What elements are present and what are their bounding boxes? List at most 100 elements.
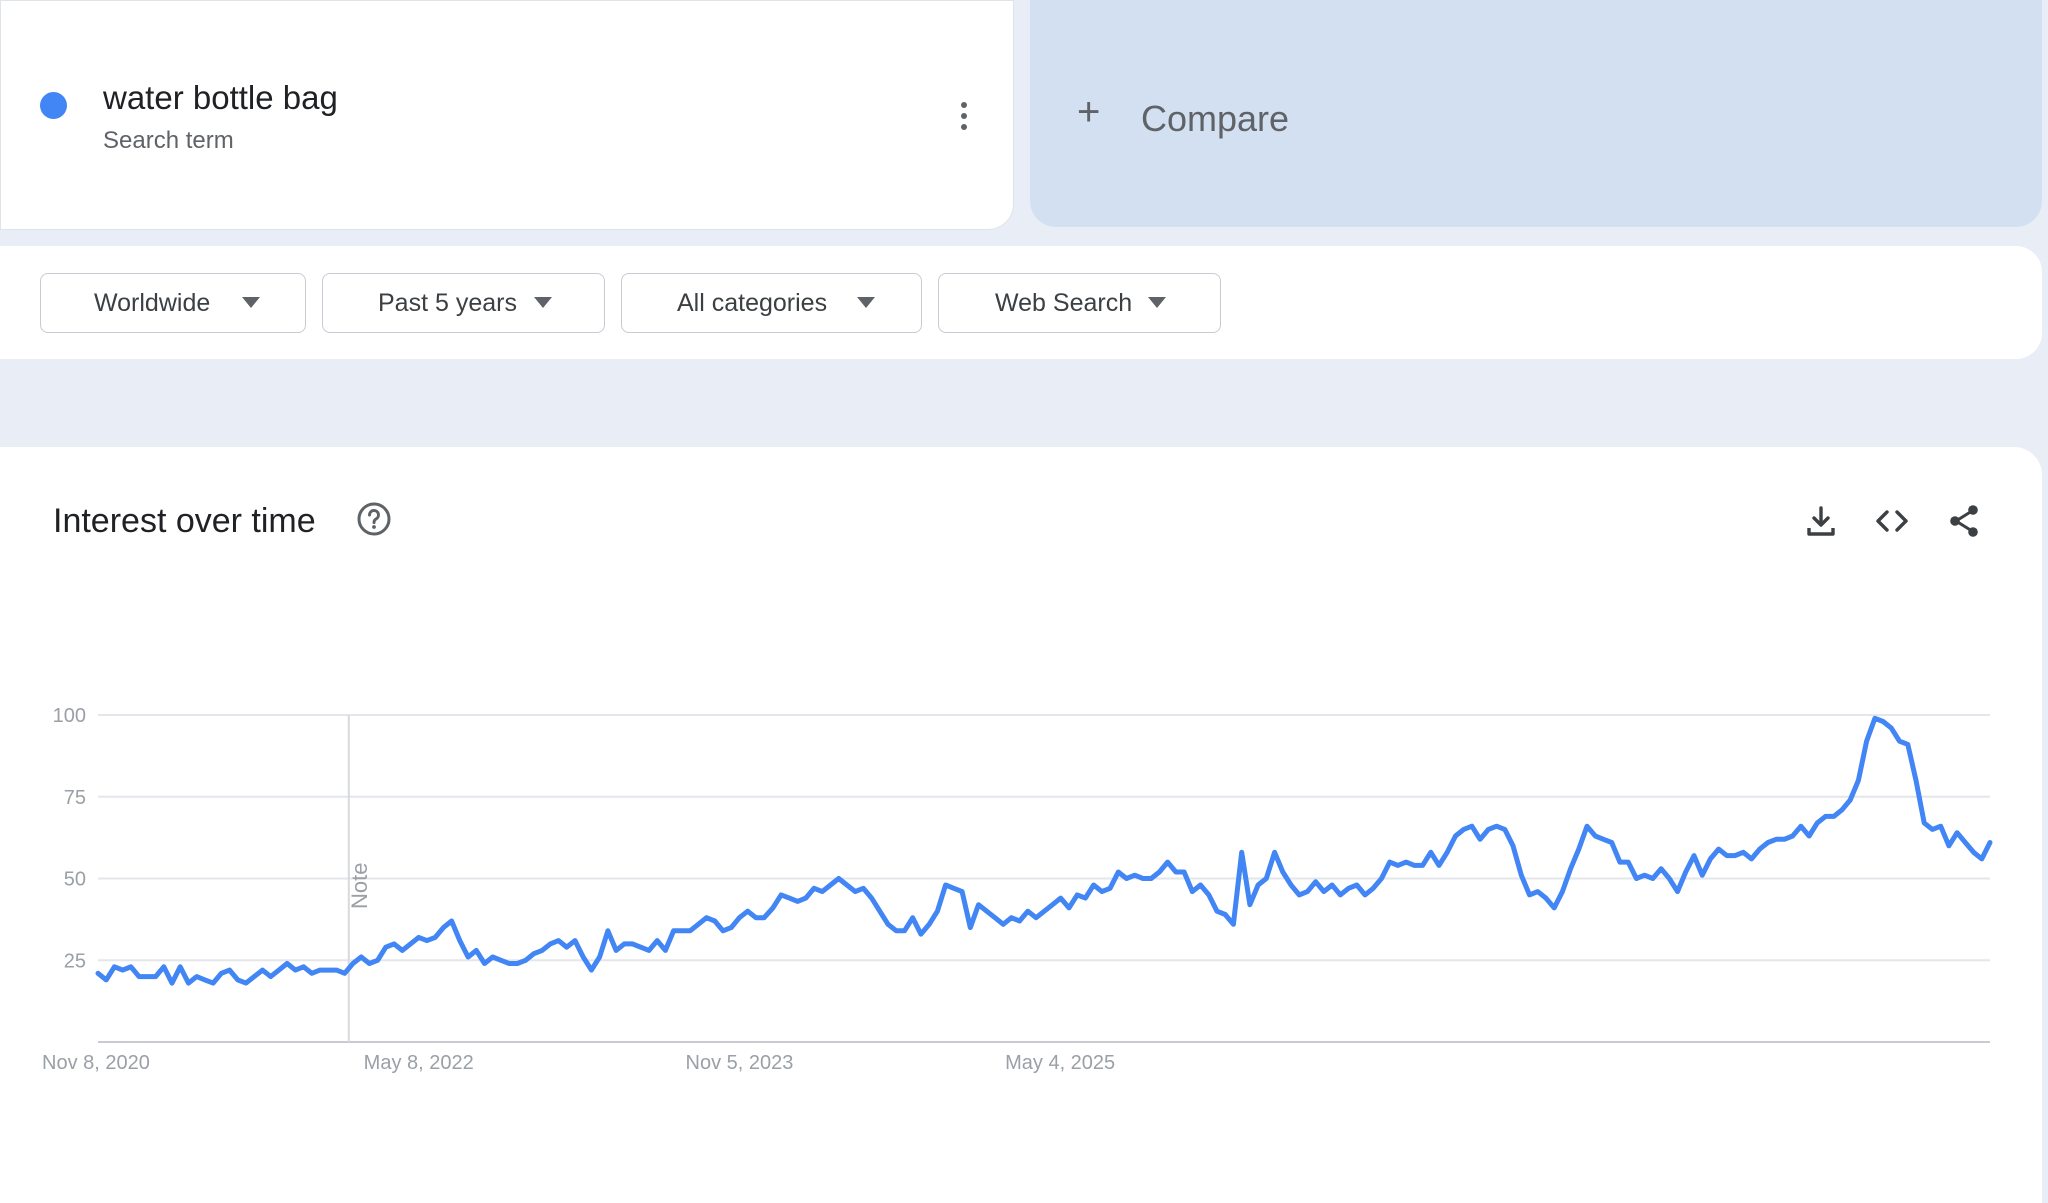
data-point — [508, 963, 510, 964]
filter-location[interactable]: Worldwide — [40, 273, 306, 333]
data-point — [730, 927, 732, 929]
data-point — [1742, 851, 1744, 853]
data-point — [904, 930, 905, 932]
data-point — [1076, 894, 1078, 896]
data-point — [1060, 897, 1062, 899]
data-point — [1265, 878, 1267, 879]
data-point — [854, 891, 856, 893]
data-point — [681, 930, 683, 932]
data-point — [467, 956, 469, 958]
data-point — [1224, 914, 1226, 915]
x-tick-label: May 8, 2022 — [364, 1052, 474, 1074]
data-point — [1923, 822, 1925, 824]
data-point — [1874, 717, 1876, 719]
data-point — [1282, 871, 1284, 873]
data-point — [1200, 884, 1201, 886]
data-point — [887, 923, 889, 925]
share-icon[interactable] — [1946, 503, 1982, 539]
data-point — [1084, 897, 1086, 899]
data-point — [327, 969, 329, 971]
data-point — [1989, 842, 1991, 843]
search-term-name[interactable]: water bottle bag — [103, 79, 338, 117]
data-point — [697, 923, 699, 925]
data-point — [1422, 864, 1424, 866]
series-line-water-bottle-bag — [95, 715, 1993, 986]
data-point — [706, 917, 707, 919]
filter-search-type[interactable]: Web Search — [938, 273, 1221, 333]
data-point — [805, 897, 807, 899]
data-point — [1512, 845, 1514, 847]
help-circle-icon[interactable] — [356, 501, 392, 537]
filter-category-label: All categories — [677, 289, 828, 317]
data-point — [1216, 910, 1218, 912]
data-point — [1561, 891, 1563, 893]
data-point — [1775, 838, 1777, 840]
line-chart: 25 50 75 100 Nov 8, 2020 May 8, 2022 Nov 5, 20… — [42, 705, 1993, 1074]
data-point — [270, 976, 272, 978]
data-point — [113, 966, 115, 968]
data-point — [377, 959, 379, 961]
filter-category[interactable]: All categories — [621, 273, 922, 333]
data-point — [1833, 815, 1835, 817]
filter-time-range[interactable]: Past 5 years — [322, 273, 605, 333]
data-point — [961, 891, 963, 893]
more-vert-icon[interactable] — [951, 99, 977, 139]
data-point — [1101, 891, 1103, 893]
data-point — [632, 943, 633, 945]
data-point — [549, 943, 551, 945]
embed-code-icon[interactable] — [1874, 503, 1910, 539]
data-point — [738, 917, 740, 919]
data-point — [830, 884, 831, 886]
data-point — [426, 940, 428, 942]
data-point — [1545, 897, 1547, 899]
data-point — [780, 894, 782, 896]
compare-button[interactable]: + Compare — [1030, 0, 2042, 227]
data-point — [1619, 861, 1621, 863]
data-point — [1660, 868, 1662, 870]
data-point — [344, 972, 346, 974]
data-point — [319, 969, 321, 971]
data-point — [1931, 828, 1933, 830]
data-point — [1907, 743, 1909, 745]
data-point — [1866, 740, 1868, 742]
data-point — [1372, 887, 1374, 889]
data-point — [1915, 779, 1917, 781]
data-point — [336, 969, 337, 971]
data-point — [220, 972, 222, 974]
y-tick-label: 100 — [53, 705, 86, 727]
data-point — [1783, 838, 1785, 840]
data-point — [1232, 923, 1234, 925]
series-color-dot — [40, 92, 67, 119]
data-point — [500, 959, 502, 961]
data-point — [623, 943, 625, 945]
data-point — [1306, 891, 1308, 893]
data-point — [1027, 910, 1029, 912]
data-point — [648, 949, 650, 951]
data-point — [311, 972, 313, 974]
data-point — [138, 976, 140, 978]
data-point — [492, 956, 494, 958]
data-point — [1529, 894, 1530, 896]
data-point — [303, 966, 305, 968]
data-point — [541, 949, 543, 951]
data-point — [1389, 861, 1391, 863]
data-point — [401, 949, 403, 951]
data-point — [664, 949, 666, 951]
data-point — [871, 897, 873, 899]
data-point — [122, 969, 124, 971]
plus-icon: + — [1077, 90, 1101, 134]
data-point — [245, 982, 247, 984]
data-point — [237, 979, 239, 981]
data-point — [459, 940, 461, 942]
data-point — [1570, 868, 1572, 870]
search-term-card: water bottle bag Search term — [0, 0, 1014, 230]
filter-search-type-label: Web Search — [995, 289, 1133, 317]
data-point — [797, 900, 799, 902]
data-point — [1208, 894, 1210, 896]
data-point — [1331, 884, 1333, 886]
data-point — [813, 887, 815, 889]
download-icon[interactable] — [1803, 503, 1839, 539]
data-point — [262, 969, 263, 971]
data-point — [286, 963, 288, 964]
data-point — [1183, 871, 1185, 873]
